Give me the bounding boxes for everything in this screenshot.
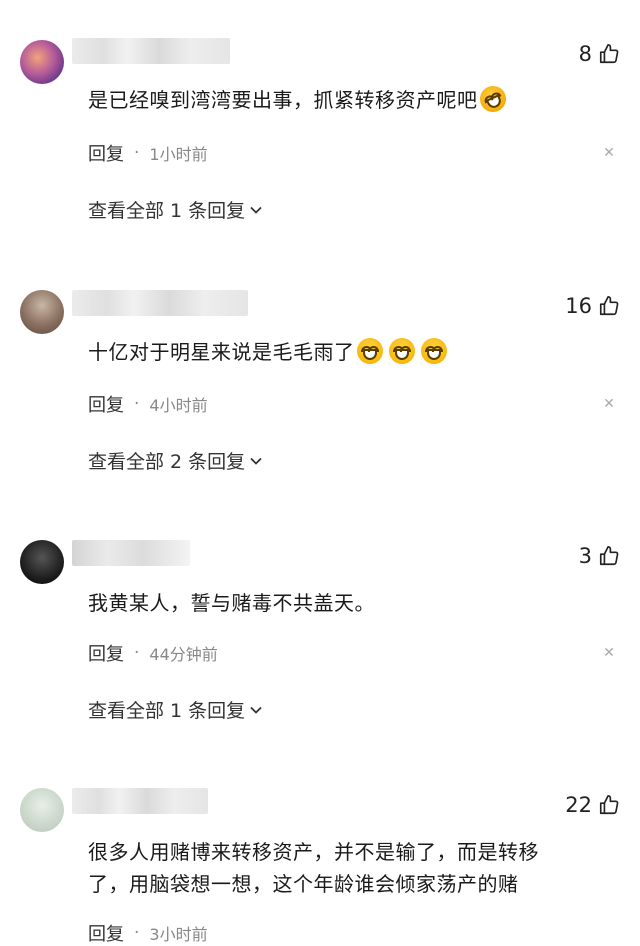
- comment-meta: 回复 · 4小时前: [88, 391, 208, 417]
- reply-button[interactable]: 回复: [88, 640, 124, 666]
- comment-time: 3小时前: [149, 925, 208, 944]
- comment-time: 1小时前: [149, 145, 208, 164]
- reply-button[interactable]: 回复: [88, 920, 124, 946]
- rofl-emoji: [475, 81, 510, 117]
- like-count: 3: [578, 544, 592, 568]
- avatar[interactable]: [20, 540, 64, 584]
- meta-separator: ·: [134, 143, 140, 163]
- like-button[interactable]: 3: [579, 542, 620, 570]
- meta-separator: ·: [134, 394, 140, 414]
- close-icon[interactable]: ✕: [602, 146, 616, 160]
- avatar[interactable]: [20, 290, 64, 334]
- username-blurred[interactable]: [72, 290, 248, 316]
- chevron-down-icon: [250, 706, 262, 714]
- view-all-replies[interactable]: 查看全部 1 条回复: [88, 696, 263, 723]
- grin-emoji: [388, 338, 415, 364]
- view-all-replies[interactable]: 查看全部 1 条回复: [88, 196, 263, 223]
- grin-emoji: [420, 338, 447, 364]
- comment-meta: 回复 · 3小时前: [88, 920, 208, 946]
- comment-time: 44分钟前: [149, 645, 218, 664]
- username-blurred[interactable]: [72, 788, 208, 814]
- username-blurred[interactable]: [72, 38, 230, 64]
- close-icon[interactable]: ✕: [602, 397, 616, 411]
- like-count: 22: [565, 793, 592, 817]
- view-all-replies[interactable]: 查看全部 2 条回复: [88, 447, 263, 474]
- comment-text-line: 了，用脑袋想一想，这个年龄谁会倾家荡产的赌: [88, 872, 519, 896]
- thumbs-up-icon: [599, 546, 619, 566]
- reply-button[interactable]: 回复: [88, 140, 124, 166]
- comment-meta: 回复 · 44分钟前: [88, 640, 218, 666]
- avatar[interactable]: [20, 788, 64, 832]
- like-button[interactable]: 8: [579, 40, 620, 68]
- comment-meta: 回复 · 1小时前: [88, 140, 208, 166]
- comment-text-line: 很多人用赌博来转移资产，并不是输了，而是转移: [88, 840, 539, 864]
- comment-text: 很多人用赌博来转移资产，并不是输了，而是转移 了，用脑袋想一想，这个年龄谁会倾家…: [88, 836, 600, 900]
- like-count: 16: [565, 294, 592, 318]
- chevron-down-icon: [250, 206, 262, 214]
- thumbs-up-icon: [599, 296, 619, 316]
- chevron-down-icon: [250, 457, 262, 465]
- comment-text: 是已经嗅到湾湾要出事，抓紧转移资产呢吧: [88, 81, 600, 117]
- like-count: 8: [578, 42, 592, 66]
- comment-text: 我黄某人，誓与赌毒不共盖天。: [88, 591, 375, 615]
- comment-time: 4小时前: [149, 396, 208, 415]
- username-blurred[interactable]: [72, 540, 190, 566]
- reply-button[interactable]: 回复: [88, 391, 124, 417]
- meta-separator: ·: [134, 923, 140, 943]
- grin-emoji: [356, 338, 383, 364]
- thumbs-up-icon: [599, 44, 619, 64]
- like-button[interactable]: 16: [565, 292, 620, 320]
- close-icon[interactable]: ✕: [602, 646, 616, 660]
- meta-separator: ·: [134, 643, 140, 663]
- thumbs-up-icon: [599, 795, 619, 815]
- like-button[interactable]: 22: [565, 791, 620, 819]
- avatar[interactable]: [20, 40, 64, 84]
- comment-text: 十亿对于明星来说是毛毛雨了: [88, 336, 600, 368]
